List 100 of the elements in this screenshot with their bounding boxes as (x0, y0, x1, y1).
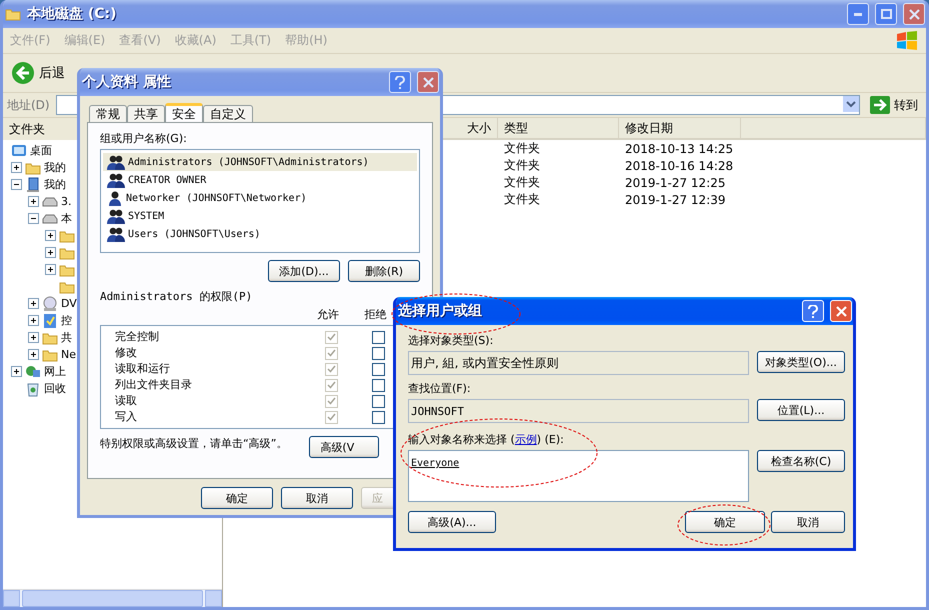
dialog-button[interactable]: 确定 (201, 487, 273, 509)
plus-icon (31, 352, 36, 357)
expand-toggle[interactable] (28, 332, 39, 343)
control-panel-icon (42, 312, 58, 328)
folder-icon (25, 160, 41, 174)
expand-toggle[interactable] (28, 213, 39, 224)
tree-item[interactable]: DV (61, 297, 77, 310)
user-list-item[interactable]: CREATOR OWNER (103, 171, 417, 189)
example-link[interactable]: 示例 (514, 433, 537, 446)
expand-toggle[interactable] (28, 196, 39, 207)
permission-name: 列出文件夹目录 (115, 377, 193, 392)
help-button[interactable] (389, 71, 411, 93)
tree-item[interactable]: Ne (61, 348, 76, 361)
computer-icon (25, 176, 41, 192)
window-title: 本地磁盘 (C:) (27, 5, 118, 23)
folder-icon (42, 348, 58, 362)
field-label: 选择对象类型(S): (408, 333, 494, 348)
close-button[interactable] (417, 71, 439, 93)
tree-item[interactable]: 本 (61, 211, 72, 226)
column-header[interactable]: 类型 (498, 118, 619, 140)
maximize-button[interactable] (875, 3, 897, 25)
expand-toggle[interactable] (28, 298, 39, 309)
tree-item[interactable]: 网上 (44, 364, 66, 379)
cancel-button[interactable]: 取消 (771, 511, 845, 533)
folder-icon (59, 262, 75, 276)
drive-icon (42, 196, 58, 208)
table-cell-text: 文件夹 (503, 174, 541, 191)
tab[interactable]: 安全 (165, 103, 203, 123)
go-button[interactable]: 转到 (866, 96, 922, 114)
expand-toggle[interactable] (45, 230, 56, 241)
field-label: Administrators 的权限(P) (100, 289, 252, 304)
expand-toggle[interactable] (45, 247, 56, 258)
dialog-button[interactable]: 添加(D)... (268, 260, 340, 282)
ok-button[interactable]: 确定 (685, 511, 765, 533)
permission-name: 写入 (115, 409, 138, 424)
expand-toggle[interactable] (11, 179, 22, 190)
column-header: 允许 (317, 307, 339, 322)
field-label: 查找位置(F): (408, 381, 471, 396)
expand-toggle[interactable] (11, 162, 22, 173)
table-cell-text: 2018-10-13 14:25 (624, 140, 734, 157)
permission-name: 修改 (115, 345, 138, 360)
folder-icon (59, 228, 75, 242)
help-button[interactable] (802, 300, 824, 322)
plus-icon (48, 250, 53, 255)
tree-item[interactable]: 回收 (44, 381, 66, 396)
dialog-button[interactable]: 取消 (281, 487, 353, 509)
user-list-item[interactable]: SYSTEM (103, 207, 417, 225)
plus-icon (31, 199, 36, 204)
object-type-button[interactable]: 对象类型(O)... (757, 351, 845, 373)
expand-toggle[interactable] (45, 264, 56, 275)
folder-icon (59, 246, 75, 260)
tree-item[interactable]: 我的 (44, 177, 66, 192)
horizontal-scrollbar[interactable] (3, 589, 222, 607)
user-list-item[interactable]: Administrators (JOHNSOFT\Administrators) (103, 153, 417, 171)
disc-icon (42, 296, 58, 312)
field-label: 输入对象名称来选择 (示例) (E): (408, 432, 564, 447)
close-button[interactable] (903, 3, 925, 25)
table-cell-text: 文件夹 (503, 140, 541, 157)
dialog-button[interactable]: 删除(R) (348, 260, 420, 282)
network-icon (25, 364, 41, 380)
deny-checkbox[interactable] (372, 394, 385, 408)
minimize-button[interactable] (847, 3, 869, 25)
tree-item[interactable]: 共 (61, 330, 72, 345)
tree-item[interactable]: 控 (61, 313, 72, 328)
user-list-item[interactable]: Users (JOHNSOFT\Users) (103, 225, 417, 243)
tree-item[interactable]: 我的 (44, 160, 66, 175)
tab[interactable]: 常规 (89, 105, 127, 122)
expand-toggle[interactable] (11, 366, 22, 377)
users-group-icon (107, 154, 125, 170)
object-names-input[interactable]: Everyone (408, 450, 749, 502)
table-cell-text: 2018-10-16 14:28 (624, 158, 734, 174)
flag-logo-icon (894, 30, 920, 52)
field-label: 组或用户名称(G): (100, 131, 187, 146)
users-group-icon (107, 208, 125, 224)
deny-checkbox[interactable] (372, 378, 385, 392)
tree-item[interactable]: 3. (61, 195, 72, 208)
plus-icon (48, 267, 53, 272)
maximize-icon (880, 9, 892, 19)
back-button[interactable]: 后退 (11, 61, 65, 85)
folder-icon (59, 280, 75, 294)
deny-checkbox[interactable] (372, 362, 385, 376)
close-button[interactable] (830, 300, 852, 322)
user-list-item[interactable]: Networker (JOHNSOFT\Networker) (103, 189, 417, 207)
advanced-button[interactable]: 高级(A)... (408, 511, 496, 533)
drive-icon (42, 212, 58, 224)
deny-checkbox[interactable] (372, 346, 385, 360)
location-button[interactable]: 位置(L)... (757, 399, 845, 421)
deny-checkbox[interactable] (372, 410, 385, 424)
deny-checkbox[interactable] (372, 330, 385, 344)
tab[interactable]: 共享 (127, 105, 165, 122)
check-names-button[interactable]: 检查名称(C) (757, 450, 845, 472)
object-type-field: 用户, 組, 或内置安全性原则 (408, 351, 749, 375)
advanced-button[interactable]: 高级(V (309, 436, 380, 458)
folder-icon (42, 330, 58, 344)
expand-toggle[interactable] (28, 349, 39, 360)
expand-toggle[interactable] (28, 315, 39, 326)
column-header[interactable]: 修改日期 (619, 118, 741, 140)
tree-item[interactable]: 桌面 (30, 143, 52, 158)
dialog-title: 选择用户或组 (398, 302, 483, 320)
tab[interactable]: 自定义 (203, 105, 253, 122)
